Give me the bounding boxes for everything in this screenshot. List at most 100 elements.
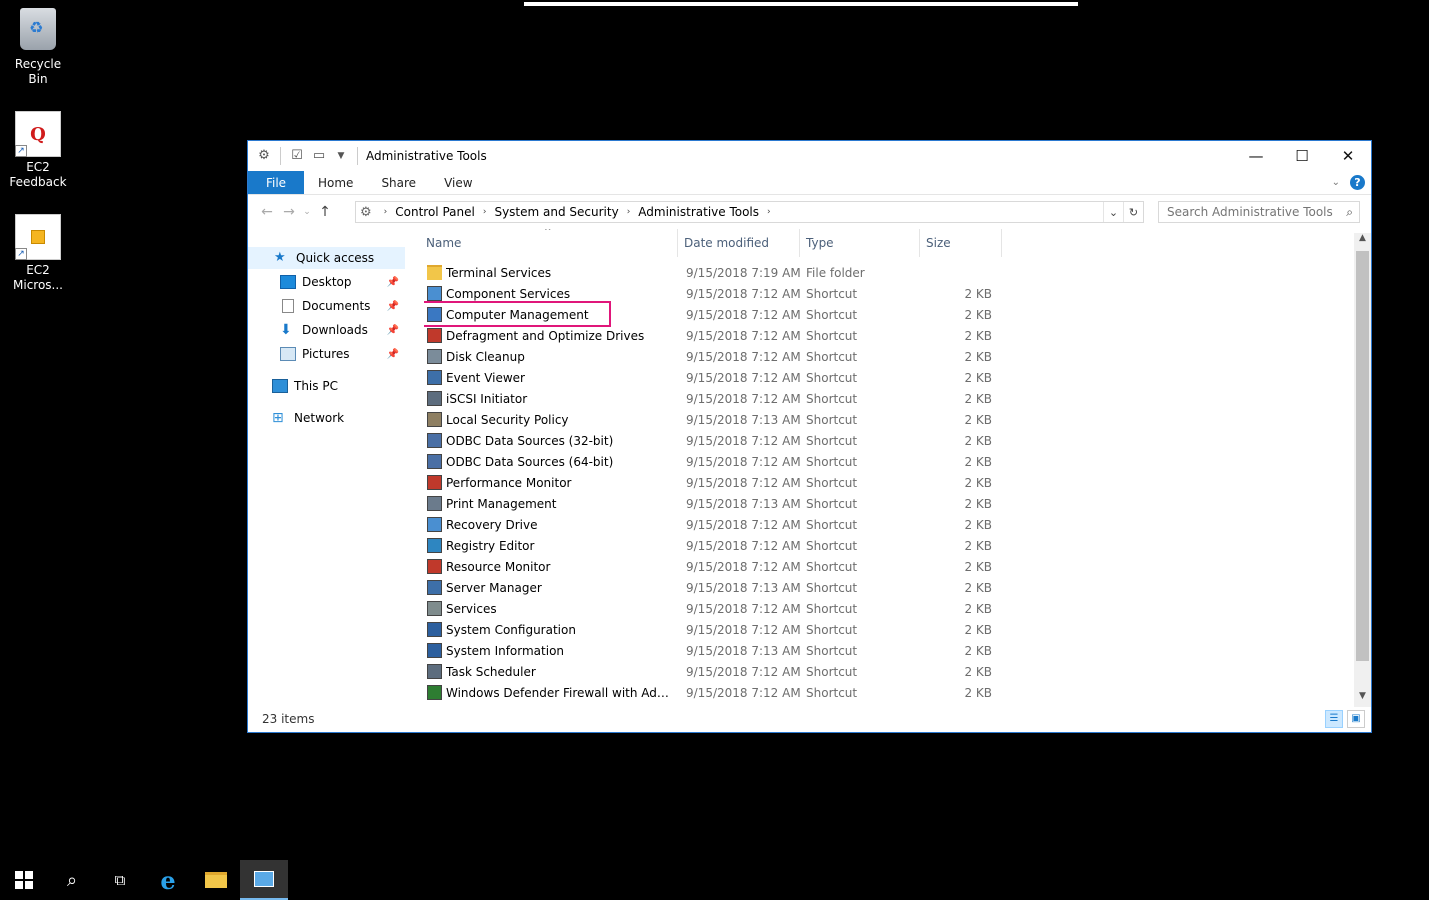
nav-item-documents[interactable]: Documents 📌 bbox=[248, 295, 405, 317]
file-explorer-button[interactable] bbox=[192, 860, 240, 900]
properties-icon[interactable]: ☑ bbox=[289, 148, 305, 164]
file-size: 2 KB bbox=[964, 685, 992, 700]
scrollbar-thumb[interactable] bbox=[1356, 251, 1369, 661]
breadcrumb-control-panel[interactable]: Control Panel › bbox=[395, 205, 494, 219]
file-row[interactable]: Resource Monitor 9/15/2018 7:12 AM Shortcu… bbox=[424, 556, 1004, 577]
maximize-button[interactable]: ☐ bbox=[1279, 141, 1325, 171]
help-icon[interactable]: ? bbox=[1350, 175, 1365, 190]
column-header-name[interactable]: Name ^ bbox=[424, 229, 678, 257]
file-row[interactable]: Terminal Services 9/15/2018 7:19 AM File f… bbox=[424, 262, 1004, 283]
file-row[interactable]: Windows Defender Firewall with Advanc...… bbox=[424, 682, 1004, 703]
file-date: 9/15/2018 7:12 AM bbox=[686, 601, 801, 616]
file-name: ODBC Data Sources (32-bit) bbox=[446, 433, 614, 448]
pin-icon[interactable]: 📌 bbox=[387, 277, 399, 288]
desktop-icon-ec2-feedback[interactable]: Q ↗ EC2 Feedback bbox=[4, 111, 72, 190]
column-header-label: Type bbox=[806, 236, 834, 250]
refresh-icon[interactable]: ↻ bbox=[1123, 202, 1143, 222]
forward-arrow-icon[interactable]: → bbox=[278, 204, 300, 220]
file-row[interactable]: Local Security Policy 9/15/2018 7:13 AM Sh… bbox=[424, 409, 1004, 430]
customize-toolbar-chevron-icon[interactable]: ▼ bbox=[333, 148, 349, 164]
recent-locations-chevron-icon[interactable]: ⌄ bbox=[300, 207, 314, 217]
new-folder-icon[interactable]: ▭ bbox=[311, 148, 327, 164]
administrative-tools-taskbar-button[interactable] bbox=[240, 860, 288, 900]
breadcrumb-separator-icon[interactable]: › bbox=[627, 207, 631, 217]
file-row[interactable]: iSCSI Initiator 9/15/2018 7:12 AM Shortcut… bbox=[424, 388, 1004, 409]
column-header-date[interactable]: Date modified bbox=[680, 229, 800, 257]
nav-item-network[interactable]: ⊞ Network bbox=[248, 407, 405, 429]
top-window-edge bbox=[524, 2, 1078, 6]
control-panel-icon[interactable]: ⚙ bbox=[256, 148, 272, 164]
taskbar: ⌕ ⧉ e bbox=[0, 860, 1429, 900]
breadcrumb-separator-icon[interactable]: › bbox=[483, 207, 487, 217]
file-date: 9/15/2018 7:12 AM bbox=[686, 454, 801, 469]
vertical-scrollbar[interactable]: ▲ ▼ bbox=[1354, 233, 1371, 707]
close-button[interactable]: ✕ bbox=[1325, 141, 1371, 171]
shortcut-tool-icon bbox=[427, 559, 442, 574]
file-row[interactable]: Services 9/15/2018 7:12 AM Shortcut 2 KB bbox=[424, 598, 1004, 619]
file-size: 2 KB bbox=[964, 412, 992, 427]
file-row[interactable]: Recovery Drive 9/15/2018 7:12 AM Shortcut 2… bbox=[424, 514, 1004, 535]
expand-ribbon-chevron-icon[interactable]: ⌄ bbox=[1332, 177, 1340, 188]
file-row[interactable]: Event Viewer 9/15/2018 7:12 AM Shortcut 2 K… bbox=[424, 367, 1004, 388]
nav-item-downloads[interactable]: ⬇ Downloads 📌 bbox=[248, 319, 405, 341]
back-arrow-icon[interactable]: ← bbox=[256, 204, 278, 220]
file-row[interactable]: Print Management 9/15/2018 7:13 AM Shortcu… bbox=[424, 493, 1004, 514]
task-view-icon: ⧉ bbox=[114, 871, 126, 889]
file-row[interactable]: Defragment and Optimize Drives 9/15/2018 … bbox=[424, 325, 1004, 346]
file-row[interactable]: ODBC Data Sources (64-bit) 9/15/2018 7:12… bbox=[424, 451, 1004, 472]
tab-share[interactable]: Share bbox=[367, 171, 430, 194]
file-type: Shortcut bbox=[806, 664, 858, 679]
breadcrumb-system-and-security[interactable]: System and Security › bbox=[494, 205, 638, 219]
file-row[interactable]: Server Manager 9/15/2018 7:13 AM Shortcut 2… bbox=[424, 577, 1004, 598]
nav-item-pictures[interactable]: Pictures 📌 bbox=[248, 343, 405, 365]
pin-icon[interactable]: 📌 bbox=[387, 349, 399, 360]
scroll-down-arrow-icon[interactable]: ▼ bbox=[1354, 691, 1371, 707]
column-header-type[interactable]: Type bbox=[802, 229, 920, 257]
file-row[interactable]: Disk Cleanup 9/15/2018 7:12 AM Shortcut 2 K… bbox=[424, 346, 1004, 367]
desktop-icon-ec2-micros[interactable]: ↗ EC2 Micros... bbox=[4, 214, 72, 293]
scroll-up-arrow-icon[interactable]: ▲ bbox=[1354, 233, 1371, 249]
breadcrumb-separator-icon[interactable]: › bbox=[767, 207, 771, 217]
address-bar[interactable]: ⚙ › Control Panel › System and Security › … bbox=[355, 201, 1144, 223]
search-input[interactable] bbox=[1167, 205, 1337, 219]
column-header-label: Date modified bbox=[684, 236, 770, 250]
pin-icon[interactable]: 📌 bbox=[387, 301, 399, 312]
start-button[interactable] bbox=[0, 860, 48, 900]
file-size: 2 KB bbox=[964, 391, 992, 406]
search-icon[interactable]: ⌕ bbox=[1346, 205, 1353, 220]
search-button[interactable]: ⌕ bbox=[48, 860, 96, 900]
file-row[interactable]: Performance Monitor 9/15/2018 7:12 AM Shor… bbox=[424, 472, 1004, 493]
nav-item-quick-access[interactable]: ★ Quick access bbox=[248, 247, 405, 269]
column-header-label: Name bbox=[426, 236, 462, 250]
desktop-folder-icon bbox=[280, 275, 296, 289]
ribbon-tabs: File Home Share View ⌄ ? bbox=[248, 171, 1371, 195]
quick-access-toolbar: ⚙ ☑ ▭ ▼ bbox=[248, 147, 360, 165]
tab-home[interactable]: Home bbox=[304, 171, 367, 194]
file-row[interactable]: ODBC Data Sources (32-bit) 9/15/2018 7:12… bbox=[424, 430, 1004, 451]
file-row[interactable]: System Configuration 9/15/2018 7:12 AM Sho… bbox=[424, 619, 1004, 640]
file-type: Shortcut bbox=[806, 601, 858, 616]
desktop-icon-recycle-bin[interactable]: Recycle Bin bbox=[4, 8, 72, 87]
internet-explorer-button[interactable]: e bbox=[144, 860, 192, 900]
file-row[interactable]: Registry Editor 9/15/2018 7:12 AM Shortcut… bbox=[424, 535, 1004, 556]
document-icon bbox=[282, 299, 294, 313]
tab-file[interactable]: File bbox=[248, 171, 304, 194]
nav-item-this-pc[interactable]: This PC bbox=[248, 375, 405, 397]
column-header-size[interactable]: Size bbox=[922, 229, 1002, 257]
address-dropdown-chevron-icon[interactable]: ⌄ bbox=[1103, 202, 1123, 222]
minimize-button[interactable]: — bbox=[1233, 141, 1279, 171]
task-view-button[interactable]: ⧉ bbox=[96, 860, 144, 900]
breadcrumb-administrative-tools[interactable]: Administrative Tools › bbox=[638, 205, 778, 219]
folder-icon bbox=[427, 265, 442, 280]
shortcut-tool-icon bbox=[427, 349, 442, 364]
large-icons-view-icon[interactable]: ▣ bbox=[1347, 710, 1365, 728]
search-box[interactable]: ⌕ bbox=[1158, 201, 1360, 223]
breadcrumb-label: Administrative Tools bbox=[638, 205, 760, 219]
nav-item-desktop[interactable]: Desktop 📌 bbox=[248, 271, 405, 293]
file-row[interactable]: System Information 9/15/2018 7:13 AM Short… bbox=[424, 640, 1004, 661]
pin-icon[interactable]: 📌 bbox=[387, 325, 399, 336]
details-view-icon[interactable]: ☰ bbox=[1325, 710, 1343, 728]
file-row[interactable]: Task Scheduler 9/15/2018 7:12 AM Shortcut 2… bbox=[424, 661, 1004, 682]
tab-view[interactable]: View bbox=[430, 171, 486, 194]
up-arrow-icon[interactable]: ↑ bbox=[314, 204, 336, 220]
